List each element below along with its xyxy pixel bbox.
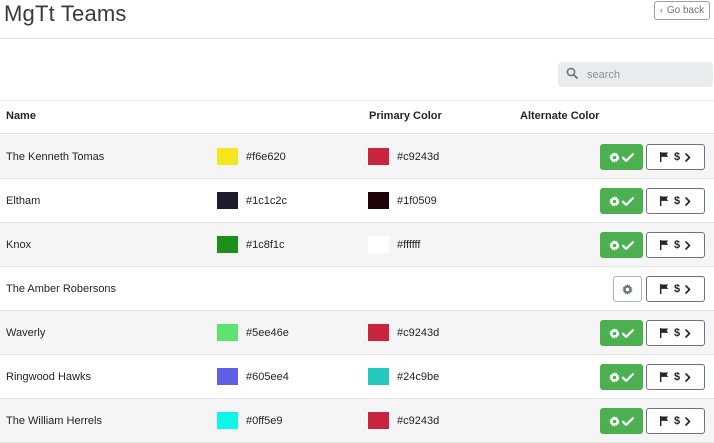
table-row: Ringwood Hawks #605ee4 #24c9be $: [0, 355, 714, 399]
flag-icon: [659, 328, 669, 338]
team-settings-button[interactable]: [613, 276, 642, 302]
alternate-color-swatch: [368, 236, 389, 253]
table-row: Knox #1c8f1c #ffffff $: [0, 223, 714, 267]
alternate-color-value: #1f0509: [397, 195, 437, 207]
table-row: Waverly #5ee46e #c9243d $: [0, 311, 714, 355]
team-name: Waverly: [6, 327, 46, 339]
alternate-color-swatch: [368, 192, 389, 209]
alternate-color-swatch: [368, 148, 389, 165]
flag-icon: [659, 284, 669, 294]
primary-color-value: #f6e620: [246, 151, 286, 163]
flag-icon: [659, 240, 669, 250]
gear-icon: [609, 239, 620, 251]
check-icon: [622, 240, 634, 251]
team-actions-button[interactable]: $: [646, 276, 705, 302]
primary-color-swatch: [217, 148, 238, 165]
chevron-right-icon: [685, 152, 691, 162]
team-actions-button[interactable]: $: [646, 232, 705, 258]
team-settings-button[interactable]: [600, 408, 643, 434]
team-actions-button[interactable]: $: [646, 364, 705, 390]
team-settings-button[interactable]: [600, 320, 643, 346]
chevron-right-icon: [685, 328, 691, 338]
team-name: The Amber Robersons: [6, 283, 117, 295]
alternate-color-swatch: [368, 368, 389, 385]
team-settings-button[interactable]: [600, 144, 643, 170]
gear-icon: [622, 283, 633, 295]
flag-icon: [659, 416, 669, 426]
primary-color-value: #0ff5e9: [246, 415, 283, 427]
primary-color-value: #1c1c2c: [246, 195, 287, 207]
table-header-border: [0, 133, 714, 134]
column-header-primary-color[interactable]: Primary Color: [369, 110, 442, 122]
dollar-symbol: $: [673, 238, 681, 251]
chevron-right-icon: [685, 284, 691, 294]
dollar-symbol: $: [673, 414, 681, 427]
team-name: The Kenneth Tomas: [6, 151, 105, 163]
team-name: Eltham: [6, 195, 41, 207]
primary-color-value: #605ee4: [246, 371, 289, 383]
search-icon: [566, 66, 578, 84]
primary-color-swatch: [217, 192, 238, 209]
search-input[interactable]: [585, 67, 699, 82]
check-icon: [622, 196, 634, 207]
title-divider: [0, 38, 714, 39]
team-actions-button[interactable]: $: [646, 408, 705, 434]
dollar-symbol: $: [673, 194, 681, 207]
team-actions-button[interactable]: $: [646, 144, 705, 170]
alternate-color-value: #c9243d: [397, 415, 440, 427]
flag-icon: [659, 152, 669, 162]
gear-icon: [609, 415, 620, 427]
table-top-border: [0, 100, 714, 101]
chevron-right-icon: [685, 372, 691, 382]
dollar-symbol: $: [673, 150, 681, 163]
alternate-color-value: #ffffff: [397, 239, 421, 251]
gear-icon: [609, 195, 620, 207]
column-header-alternate-color[interactable]: Alternate Color: [520, 110, 599, 122]
alternate-color-swatch: [368, 324, 389, 341]
table-row: The Amber Robersons $: [0, 267, 714, 311]
column-header-name[interactable]: Name: [6, 110, 36, 122]
check-icon: [622, 416, 634, 427]
primary-color-value: #5ee46e: [246, 327, 289, 339]
alternate-color-value: #24c9be: [397, 371, 440, 383]
chevron-left-icon: ‹: [659, 5, 663, 15]
team-settings-button[interactable]: [600, 188, 643, 214]
dollar-symbol: $: [673, 326, 681, 339]
dollar-symbol: $: [673, 370, 681, 383]
primary-color-swatch: [217, 236, 238, 253]
table-row: The William Herrels #0ff5e9 #c9243d $: [0, 399, 714, 443]
check-icon: [622, 328, 634, 339]
chevron-right-icon: [685, 240, 691, 250]
check-icon: [622, 372, 634, 383]
team-actions-button[interactable]: $: [646, 320, 705, 346]
check-icon: [622, 152, 634, 163]
chevron-right-icon: [685, 196, 691, 206]
alternate-color-swatch: [368, 412, 389, 429]
gear-icon: [609, 151, 620, 163]
team-settings-button[interactable]: [600, 232, 643, 258]
team-name: Knox: [6, 239, 32, 251]
dollar-symbol: $: [673, 282, 681, 295]
table-row: Eltham #1c1c2c #1f0509 $: [0, 179, 714, 223]
team-name: Ringwood Hawks: [6, 371, 91, 383]
gear-icon: [609, 327, 620, 339]
gear-icon: [609, 371, 620, 383]
team-settings-button[interactable]: [600, 364, 643, 390]
primary-color-value: #1c8f1c: [246, 239, 285, 251]
team-actions-button[interactable]: $: [646, 188, 705, 214]
primary-color-swatch: [217, 368, 238, 385]
page-title: MgTt Teams: [4, 1, 127, 26]
flag-icon: [659, 372, 669, 382]
go-back-button[interactable]: ‹ Go back: [654, 1, 710, 20]
alternate-color-value: #c9243d: [397, 151, 440, 163]
go-back-label: Go back: [666, 5, 705, 16]
search-box[interactable]: [558, 62, 713, 87]
primary-color-swatch: [217, 324, 238, 341]
team-name: The William Herrels: [6, 415, 102, 427]
flag-icon: [659, 196, 669, 206]
chevron-right-icon: [685, 416, 691, 426]
table-row: The Kenneth Tomas #f6e620 #c9243d $: [0, 135, 714, 179]
primary-color-swatch: [217, 412, 238, 429]
alternate-color-value: #c9243d: [397, 327, 440, 339]
